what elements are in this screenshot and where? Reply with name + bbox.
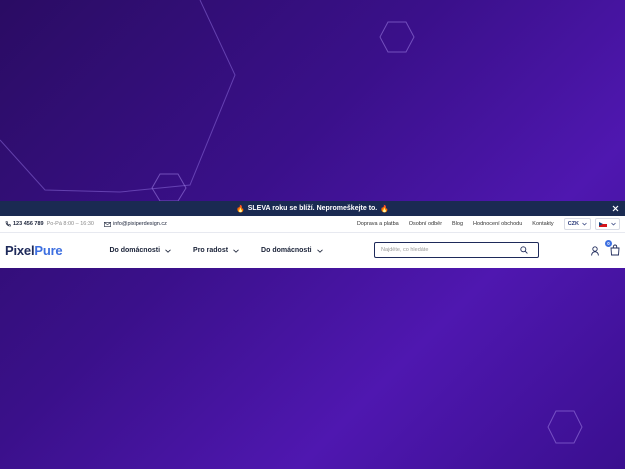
currency-select[interactable]: CZK [563, 218, 591, 230]
email-address: info@pixiperdesign.cz [113, 221, 167, 227]
close-announcement-button[interactable] [609, 201, 621, 216]
chevron-down-icon [582, 222, 587, 226]
mail-icon [104, 221, 111, 227]
link-reviews[interactable]: Hodnocení obchodu [473, 221, 522, 227]
chevron-down-icon [611, 222, 616, 226]
email-contact[interactable]: info@pixiperdesign.cz [104, 221, 167, 227]
info-bar: 123 456 789 Po-Pá 8:00 – 16:30 info@pixi… [0, 216, 625, 233]
announcement-text: SLEVA roku se blíží. Nepromeškejte to. [247, 205, 378, 212]
menu-item-label: Pro radost [193, 247, 229, 254]
link-blog[interactable]: Blog [452, 221, 463, 227]
phone-number: 123 456 789 [13, 221, 44, 227]
link-contacts[interactable]: Kontakty [532, 221, 553, 227]
phone-contact[interactable]: 123 456 789 Po-Pá 8:00 – 16:30 [5, 221, 94, 227]
opening-hours: Po-Pá 8:00 – 16:30 [46, 221, 94, 227]
user-account-icon[interactable] [591, 246, 599, 256]
menu-item-household-2[interactable]: Do domácnosti [261, 247, 323, 254]
chevron-down-icon [165, 249, 171, 253]
announcement-bar: 🔥 SLEVA roku se blíží. Nepromeškejte to.… [0, 201, 625, 216]
shopping-bag-icon[interactable] [610, 244, 620, 256]
menu-item-label: Do domácnosti [261, 247, 312, 254]
main-menu: Do domácnosti Pro radost Do domácnosti [109, 247, 344, 254]
logo-text-pure: Pure [34, 243, 63, 258]
czech-flag-icon [599, 221, 607, 227]
chevron-down-icon [233, 249, 239, 253]
currency-value: CZK [567, 221, 579, 227]
menu-item-household[interactable]: Do domácnosti [109, 247, 171, 254]
fire-icon: 🔥 [236, 205, 245, 213]
link-pickup[interactable]: Osobní odběr [409, 221, 442, 227]
logo[interactable]: PixelPure [5, 243, 63, 258]
fire-icon: 🔥 [380, 205, 389, 213]
close-icon [612, 205, 618, 212]
search-input[interactable] [381, 247, 511, 253]
main-header: PixelPure Do domácnosti Pro radost Do do… [0, 233, 625, 268]
logo-text-pixel: Pixel [5, 243, 35, 258]
phone-icon [5, 221, 11, 227]
menu-item-for-fun[interactable]: Pro radost [193, 247, 239, 254]
menu-item-label: Do domácnosti [109, 247, 161, 254]
chevron-down-icon [316, 249, 323, 253]
language-select[interactable] [595, 218, 620, 230]
link-shipping[interactable]: Doprava a platba [357, 221, 399, 227]
cart-count-badge: 0 [605, 240, 612, 247]
search-icon[interactable] [520, 246, 528, 254]
search-box [374, 242, 539, 258]
